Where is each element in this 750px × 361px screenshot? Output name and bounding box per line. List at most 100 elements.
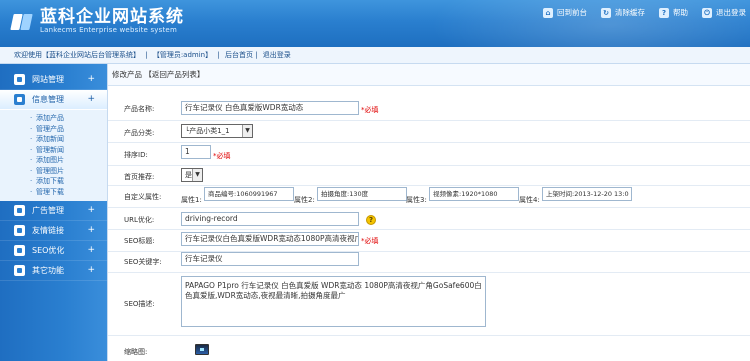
seo-title-input[interactable]: 行车记录仪白色真爱版WDR宽动态1080P高清夜视广	[181, 232, 359, 246]
help-icon[interactable]: ?	[366, 215, 376, 225]
subbar-logout-link[interactable]: 退出登录	[263, 51, 291, 59]
app-subtitle: Lankecms Enterprise website system	[40, 26, 177, 34]
sidebar-item-manage-download[interactable]: 管理下载	[0, 187, 107, 198]
thumbnail-image-icon[interactable]	[195, 344, 209, 355]
sidebar-item-add-image[interactable]: 添加图片	[0, 155, 107, 166]
sort-label: 排序ID:	[124, 151, 148, 159]
sidebar-group-site[interactable]: 网站管理 +	[0, 70, 107, 90]
form-row-seo-desc: SEO描述: PAPAGO P1pro 行车记录仪 白色真爱版 WDR宽动态 1…	[108, 273, 750, 336]
clear-cache-label: 清除缓存	[615, 8, 645, 17]
seo-icon	[14, 245, 25, 256]
top-actions: ⌂ 回到前台 ↻ 清除缓存 ? 帮助 ⏻ 退出登录	[543, 7, 746, 18]
home-icon: ⌂	[543, 7, 553, 18]
admin-text: 【管理员:admin】	[152, 51, 213, 59]
sidebar-item-manage-image[interactable]: 管理图片	[0, 166, 107, 177]
required-mark: *必填	[213, 152, 231, 160]
chevron-down-icon: ▼	[192, 169, 202, 181]
form-row-category: 产品分类: └产品小类1_1 ▼	[108, 121, 750, 143]
separator: |	[145, 51, 148, 59]
expand-icon: +	[87, 225, 95, 235]
sidebar-item-manage-product[interactable]: 管理产品	[0, 124, 107, 135]
sidebar-item-add-download[interactable]: 添加下载	[0, 176, 107, 187]
form-row-thumb: 缩略图:	[108, 336, 750, 361]
sidebar-group-info[interactable]: 信息管理 +	[0, 90, 107, 110]
attr-3-input[interactable]: 视频像素:1920*1080	[429, 187, 519, 201]
attr-4-input[interactable]: 上架时间:2013-12-20 13:0	[542, 187, 632, 201]
home-recommend-select[interactable]: 是 ▼	[181, 168, 203, 182]
breadcrumb: 修改产品 【返回产品列表】	[108, 64, 750, 86]
thumbnail-label: 缩略图:	[124, 348, 148, 356]
back-to-frontend-button[interactable]: ⌂ 回到前台	[543, 7, 587, 18]
sidebar-group-label: 网站管理	[32, 75, 64, 84]
home-recommend-label: 首页推荐:	[124, 173, 155, 181]
seo-title-label: SEO标题:	[124, 237, 155, 245]
seo-keywords-input[interactable]: 行车记录仪	[181, 252, 359, 266]
separator: |	[217, 51, 220, 59]
app-title: 蓝科企业网站系统	[40, 7, 184, 27]
sidebar-item-add-news[interactable]: 添加新闻	[0, 134, 107, 145]
form-row-home-rec: 首页推荐: 是 ▼	[108, 166, 750, 186]
attr-2-input[interactable]: 拍摄角度:130度	[317, 187, 407, 201]
required-mark: *必填	[361, 106, 379, 114]
globe-icon	[14, 74, 25, 85]
sidebar-group-label: SEO优化	[32, 246, 65, 255]
product-name-label: 产品名称:	[124, 105, 155, 113]
welcome-text: 欢迎使用【蓝科企业网站后台管理系统】	[14, 51, 140, 59]
expand-icon: +	[87, 94, 95, 104]
expand-icon: +	[87, 74, 95, 84]
form-row-name: 产品名称: 行车记录仪 白色真爱版WDR宽动态 *必填	[108, 97, 750, 121]
ad-icon	[14, 205, 25, 216]
attr-4-label: 属性4:	[519, 196, 540, 204]
form-row-attrs: 自定义属性: 属性1: 商品编号:1060991967 属性2: 拍摄角度:13…	[108, 186, 750, 208]
form-row-seo-keywords: SEO关键字: 行车记录仪	[108, 252, 750, 273]
back-to-list-link[interactable]: 【返回产品列表】	[144, 70, 204, 79]
expand-icon: +	[87, 265, 95, 275]
home-recommend-selected: 是	[185, 171, 192, 179]
attr-1-input[interactable]: 商品编号:1060991967	[204, 187, 294, 201]
sidebar-group-seo[interactable]: SEO优化 +	[0, 241, 107, 261]
product-name-input[interactable]: 行车记录仪 白色真爱版WDR宽动态	[181, 101, 359, 115]
back-to-frontend-label: 回到前台	[557, 8, 587, 17]
expand-icon: +	[87, 205, 95, 215]
attr-2-label: 属性2:	[294, 196, 315, 204]
sidebar-item-add-product[interactable]: 添加产品	[0, 113, 107, 124]
seo-keywords-label: SEO关键字:	[124, 258, 162, 266]
clear-cache-button[interactable]: ↻ 清除缓存	[601, 7, 645, 18]
admin-home-link[interactable]: 后台首页	[225, 51, 253, 59]
puzzle-icon	[14, 265, 25, 276]
required-mark: *必填	[361, 237, 379, 245]
category-selected: └产品小类1_1	[185, 127, 230, 135]
chevron-down-icon: ▼	[242, 125, 252, 137]
sidebar-submenu: 添加产品 管理产品 添加新闻 管理新闻 添加图片 管理图片 添加下载 管理下载	[0, 110, 107, 201]
expand-icon: +	[87, 245, 95, 255]
sort-input[interactable]: 1	[181, 145, 211, 159]
url-label: URL优化:	[124, 216, 155, 224]
logout-button[interactable]: ⏻ 退出登录	[702, 7, 746, 18]
form-row-url: URL优化: driving-record ?	[108, 208, 750, 230]
sidebar-item-manage-news[interactable]: 管理新闻	[0, 145, 107, 156]
main-content: 修改产品 【返回产品列表】 产品名称: 行车记录仪 白色真爱版WDR宽动态 *必…	[107, 64, 750, 361]
category-label: 产品分类:	[124, 129, 155, 137]
custom-attr-label: 自定义属性:	[124, 193, 162, 201]
sidebar-group-label: 其它功能	[32, 266, 64, 275]
help-button[interactable]: ? 帮助	[659, 7, 688, 18]
seo-desc-textarea[interactable]: PAPAGO P1pro 行车记录仪 白色真爱版 WDR宽动态 1080P高清夜…	[181, 276, 486, 327]
category-select[interactable]: └产品小类1_1 ▼	[181, 124, 253, 138]
logout-icon: ⏻	[702, 7, 712, 18]
sidebar-group-other[interactable]: 其它功能 +	[0, 261, 107, 281]
sidebar-group-links[interactable]: 友情链接 +	[0, 221, 107, 241]
url-input[interactable]: driving-record	[181, 212, 359, 226]
logout-label: 退出登录	[716, 8, 746, 17]
sidebar-group-label: 信息管理	[32, 95, 64, 104]
info-icon	[14, 94, 25, 105]
help-icon: ?	[659, 7, 669, 18]
seo-desc-label: SEO描述:	[124, 300, 155, 308]
form-row-seo-title: SEO标题: 行车记录仪白色真爱版WDR宽动态1080P高清夜视广 *必填	[108, 230, 750, 252]
link-icon	[14, 225, 25, 236]
sidebar-group-ads[interactable]: 广告管理 +	[0, 201, 107, 221]
app-header: 蓝科企业网站系统 Lankecms Enterprise website sys…	[0, 0, 750, 47]
sidebar-group-label: 友情链接	[32, 226, 64, 235]
logo-mark-icon	[10, 10, 34, 34]
refresh-icon: ↻	[601, 7, 611, 18]
page-title: 修改产品	[112, 70, 142, 79]
